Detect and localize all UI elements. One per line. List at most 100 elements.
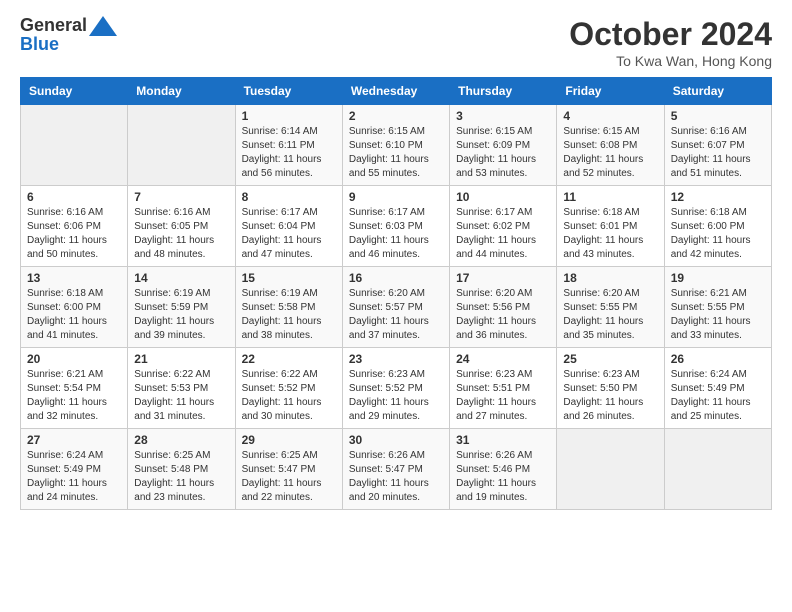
day-number: 14 [134,271,228,285]
day-info: Sunrise: 6:15 AMSunset: 6:08 PMDaylight:… [563,125,657,181]
day-number: 27 [27,433,121,447]
calendar-cell: 7Sunrise: 6:16 AMSunset: 6:05 PMDaylight… [128,186,235,267]
day-number: 23 [349,352,443,366]
calendar-cell: 3 Sunrise: 6:15 AMSunset: 6:09 PMDaylight… [450,105,557,186]
day-info: Sunrise: 6:19 AMSunset: 5:58 PMDaylight:… [242,287,336,343]
weekday-header-saturday: Saturday [664,78,771,105]
week-row-5: 27 Sunrise: 6:24 AMSunset: 5:49 PMDayligh… [21,429,772,510]
day-number: 28 [134,433,228,447]
day-number: 9 [349,190,443,204]
logo-text: General [20,16,117,36]
weekday-header-monday: Monday [128,78,235,105]
day-info: Sunrise: 6:18 AMSunset: 6:00 PMDaylight:… [671,206,765,262]
weekday-header-friday: Friday [557,78,664,105]
calendar-cell: 11Sunrise: 6:18 AMSunset: 6:01 PMDayligh… [557,186,664,267]
calendar-cell: 28 Sunrise: 6:25 AMSunset: 5:48 PMDayligh… [128,429,235,510]
logo-blue: Blue [20,34,117,55]
week-row-1: 1 Sunrise: 6:14 AMSunset: 6:11 PMDaylight… [21,105,772,186]
subtitle: To Kwa Wan, Hong Kong [569,53,772,69]
day-info: Sunrise: 6:26 AMSunset: 5:47 PMDaylight:… [349,449,443,505]
day-number: 26 [671,352,765,366]
day-info: Sunrise: 6:17 AMSunset: 6:03 PMDaylight:… [349,206,443,262]
calendar-cell: 24 Sunrise: 6:23 AMSunset: 5:51 PMDayligh… [450,348,557,429]
day-info: Sunrise: 6:20 AMSunset: 5:55 PMDaylight:… [563,287,657,343]
weekday-header-tuesday: Tuesday [235,78,342,105]
header: General Blue October 2024 To Kwa Wan, Ho… [20,16,772,69]
title-section: October 2024 To Kwa Wan, Hong Kong [569,16,772,69]
calendar-cell: 16 Sunrise: 6:20 AMSunset: 5:57 PMDayligh… [342,267,449,348]
calendar-cell: 31Sunrise: 6:26 AMSunset: 5:46 PMDayligh… [450,429,557,510]
weekday-header-row: SundayMondayTuesdayWednesdayThursdayFrid… [21,78,772,105]
day-number: 16 [349,271,443,285]
logo: General Blue [20,16,117,55]
calendar-cell: 17Sunrise: 6:20 AMSunset: 5:56 PMDayligh… [450,267,557,348]
day-info: Sunrise: 6:15 AMSunset: 6:10 PMDaylight:… [349,125,443,181]
day-number: 22 [242,352,336,366]
calendar-cell: 27 Sunrise: 6:24 AMSunset: 5:49 PMDayligh… [21,429,128,510]
day-info: Sunrise: 6:14 AMSunset: 6:11 PMDaylight:… [242,125,336,181]
logo-icon [89,16,117,36]
day-info: Sunrise: 6:16 AMSunset: 6:06 PMDaylight:… [27,206,121,262]
day-number: 6 [27,190,121,204]
day-info: Sunrise: 6:23 AMSunset: 5:50 PMDaylight:… [563,368,657,424]
day-number: 3 [456,109,550,123]
weekday-header-sunday: Sunday [21,78,128,105]
calendar-cell: 21Sunrise: 6:22 AMSunset: 5:53 PMDayligh… [128,348,235,429]
day-number: 25 [563,352,657,366]
day-info: Sunrise: 6:24 AMSunset: 5:49 PMDaylight:… [671,368,765,424]
day-info: Sunrise: 6:24 AMSunset: 5:49 PMDaylight:… [27,449,121,505]
day-number: 21 [134,352,228,366]
day-number: 13 [27,271,121,285]
calendar-cell: 4 Sunrise: 6:15 AMSunset: 6:08 PMDaylight… [557,105,664,186]
day-number: 15 [242,271,336,285]
day-number: 8 [242,190,336,204]
day-number: 1 [242,109,336,123]
calendar-cell: 8 Sunrise: 6:17 AMSunset: 6:04 PMDaylight… [235,186,342,267]
day-info: Sunrise: 6:18 AMSunset: 6:00 PMDaylight:… [27,287,121,343]
day-number: 24 [456,352,550,366]
weekday-header-thursday: Thursday [450,78,557,105]
week-row-3: 13 Sunrise: 6:18 AMSunset: 6:00 PMDayligh… [21,267,772,348]
calendar-cell [664,429,771,510]
day-number: 19 [671,271,765,285]
calendar-cell: 9 Sunrise: 6:17 AMSunset: 6:03 PMDaylight… [342,186,449,267]
calendar-cell: 1 Sunrise: 6:14 AMSunset: 6:11 PMDaylight… [235,105,342,186]
day-info: Sunrise: 6:22 AMSunset: 5:52 PMDaylight:… [242,368,336,424]
day-number: 30 [349,433,443,447]
day-info: Sunrise: 6:20 AMSunset: 5:57 PMDaylight:… [349,287,443,343]
day-number: 18 [563,271,657,285]
main-title: October 2024 [569,16,772,53]
calendar-cell [128,105,235,186]
day-info: Sunrise: 6:23 AMSunset: 5:52 PMDaylight:… [349,368,443,424]
calendar-cell [557,429,664,510]
day-info: Sunrise: 6:16 AMSunset: 6:05 PMDaylight:… [134,206,228,262]
day-info: Sunrise: 6:20 AMSunset: 5:56 PMDaylight:… [456,287,550,343]
calendar-cell: 19 Sunrise: 6:21 AMSunset: 5:55 PMDayligh… [664,267,771,348]
calendar-cell: 2 Sunrise: 6:15 AMSunset: 6:10 PMDaylight… [342,105,449,186]
calendar-cell: 25 Sunrise: 6:23 AMSunset: 5:50 PMDayligh… [557,348,664,429]
day-info: Sunrise: 6:15 AMSunset: 6:09 PMDaylight:… [456,125,550,181]
day-info: Sunrise: 6:25 AMSunset: 5:48 PMDaylight:… [134,449,228,505]
day-number: 4 [563,109,657,123]
calendar-cell: 14 Sunrise: 6:19 AMSunset: 5:59 PMDayligh… [128,267,235,348]
calendar-cell: 13 Sunrise: 6:18 AMSunset: 6:00 PMDayligh… [21,267,128,348]
day-info: Sunrise: 6:23 AMSunset: 5:51 PMDaylight:… [456,368,550,424]
day-number: 20 [27,352,121,366]
day-info: Sunrise: 6:19 AMSunset: 5:59 PMDaylight:… [134,287,228,343]
day-info: Sunrise: 6:26 AMSunset: 5:46 PMDaylight:… [456,449,550,505]
calendar-cell: 26 Sunrise: 6:24 AMSunset: 5:49 PMDayligh… [664,348,771,429]
calendar-cell: 12Sunrise: 6:18 AMSunset: 6:00 PMDayligh… [664,186,771,267]
day-number: 2 [349,109,443,123]
calendar-cell [21,105,128,186]
day-info: Sunrise: 6:21 AMSunset: 5:55 PMDaylight:… [671,287,765,343]
day-info: Sunrise: 6:17 AMSunset: 6:02 PMDaylight:… [456,206,550,262]
calendar-cell: 6 Sunrise: 6:16 AMSunset: 6:06 PMDaylight… [21,186,128,267]
day-number: 5 [671,109,765,123]
calendar-cell: 18 Sunrise: 6:20 AMSunset: 5:55 PMDayligh… [557,267,664,348]
day-info: Sunrise: 6:17 AMSunset: 6:04 PMDaylight:… [242,206,336,262]
calendar-cell: 20Sunrise: 6:21 AMSunset: 5:54 PMDayligh… [21,348,128,429]
day-number: 29 [242,433,336,447]
calendar-cell: 30 Sunrise: 6:26 AMSunset: 5:47 PMDayligh… [342,429,449,510]
day-info: Sunrise: 6:18 AMSunset: 6:01 PMDaylight:… [563,206,657,262]
calendar-cell: 10Sunrise: 6:17 AMSunset: 6:02 PMDayligh… [450,186,557,267]
